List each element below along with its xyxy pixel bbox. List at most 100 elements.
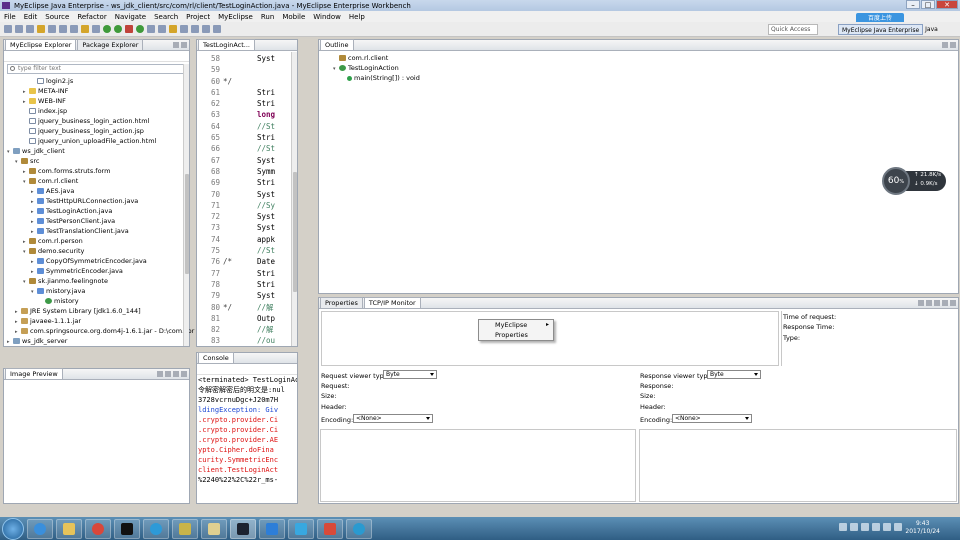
save-icon[interactable] — [15, 25, 23, 33]
perspective-java[interactable]: Java — [925, 24, 938, 35]
tree-item[interactable]: ▸ META-INF — [4, 86, 189, 96]
tree-item[interactable]: ▾ src — [4, 156, 189, 166]
minimize-icon[interactable] — [942, 42, 948, 48]
explorer-scrollbar[interactable] — [183, 64, 189, 346]
tree-item[interactable]: ▸ javaee-1.1.1.jar — [4, 316, 189, 326]
tree-item[interactable]: ▸ TestPersonClient.java — [4, 216, 189, 226]
perspective-myeclipse[interactable]: MyEclipse Java Enterprise — [838, 24, 924, 35]
new-class-icon[interactable] — [147, 25, 155, 33]
taskbar-ie-icon[interactable] — [27, 518, 53, 539]
menu-edit[interactable]: Edit — [20, 13, 42, 21]
taskbar-notepad-icon[interactable] — [172, 518, 198, 539]
code-line[interactable]: 73 Syst — [197, 222, 297, 233]
code-line[interactable]: 59 — [197, 64, 297, 75]
new-package-icon[interactable] — [158, 25, 166, 33]
menu-window[interactable]: Window — [309, 13, 345, 21]
context-menu-properties[interactable]: Properties — [479, 330, 553, 340]
maximize-icon[interactable] — [181, 371, 187, 377]
filter-input[interactable]: type filter text — [7, 64, 186, 74]
tree-item[interactable]: ▸ TestHttpURLConnection.java — [4, 196, 189, 206]
maximize-icon[interactable] — [950, 42, 956, 48]
menu-source[interactable]: Source — [41, 13, 73, 21]
menu-run[interactable]: Run — [257, 13, 278, 21]
code-line[interactable]: 67 Syst — [197, 155, 297, 166]
tree-item[interactable]: ▸ JRE System Library [jdk1.6.0_144] — [4, 306, 189, 316]
back-icon[interactable] — [202, 25, 210, 33]
clear-icon[interactable] — [926, 300, 932, 306]
code-line[interactable]: 71 //Sy — [197, 200, 297, 211]
code-line[interactable]: 82 //解 — [197, 324, 297, 335]
taskbar-explorer-icon[interactable] — [56, 518, 82, 539]
clock[interactable]: 9:43 2017/10/24 — [905, 520, 940, 536]
code-line[interactable]: 68 Symm — [197, 166, 297, 177]
taskbar-im-icon[interactable] — [288, 518, 314, 539]
external-tools-icon[interactable] — [136, 25, 144, 33]
search-icon[interactable] — [180, 25, 188, 33]
taskbar-tool-icon[interactable] — [317, 518, 343, 539]
tab-package-explorer[interactable]: Package Explorer — [77, 39, 144, 50]
tree-item[interactable]: ▸ com.springsource.org.dom4j-1.6.1.jar - … — [4, 326, 194, 336]
taskbar-myeclipse-icon[interactable] — [230, 518, 256, 539]
tab-editor-testloginaction[interactable]: TestLoginAct... — [198, 39, 255, 50]
tree-item[interactable]: ▸ TestTranslationClient.java — [4, 226, 189, 236]
code-line[interactable]: 58 Syst — [197, 53, 297, 64]
tab-properties[interactable]: Properties — [320, 297, 363, 308]
context-menu-myeclipse[interactable]: MyEclipse ▸ — [479, 320, 553, 330]
tree-item[interactable]: ▸ SymmetricEncoder.java — [4, 266, 189, 276]
code-line[interactable]: 80 */ //解 — [197, 302, 297, 313]
tab-image-preview[interactable]: Image Preview — [5, 368, 63, 379]
maximize-icon[interactable] — [950, 300, 956, 306]
request-encoding-select[interactable]: <None> — [353, 414, 433, 423]
tree-item[interactable]: main(String[]) : void — [333, 73, 958, 83]
taskbar-cmd-icon[interactable] — [114, 518, 140, 539]
new-icon[interactable] — [4, 25, 12, 33]
tray-icon[interactable] — [839, 523, 847, 531]
code-line[interactable]: 83 //ou — [197, 335, 297, 346]
code-line[interactable]: 74 appk — [197, 234, 297, 245]
menu-mobile[interactable]: Mobile — [278, 13, 309, 21]
deploy-icon[interactable] — [59, 25, 67, 33]
stop-icon[interactable] — [125, 25, 133, 33]
tree-item[interactable]: ▾ TestLoginAction — [333, 63, 958, 73]
network-speed-widget[interactable]: ↑ 21.8K/s ↓ 0.9K/s 60% — [882, 167, 946, 195]
tab-tcp-ip-monitor[interactable]: TCP/IP Monitor — [363, 297, 421, 308]
code-line[interactable]: 77 Stri — [197, 268, 297, 279]
tree-item[interactable]: ▾ mistory.java — [4, 286, 189, 296]
console-output[interactable]: <terminated> TestLoginAction [Jav 令解密解密后… — [197, 375, 297, 485]
tray-icon[interactable] — [850, 523, 858, 531]
maximize-button[interactable]: □ — [921, 0, 935, 9]
tree-item[interactable]: jquery_business_login_action.html — [4, 116, 189, 126]
tree-item[interactable]: ▾ ws_jdk_client — [4, 146, 189, 156]
code-line[interactable]: 63 long — [197, 109, 297, 120]
minimize-icon[interactable] — [173, 371, 179, 377]
view-menu-icon[interactable] — [934, 300, 940, 306]
code-line[interactable]: 75 //St — [197, 245, 297, 256]
print-icon[interactable] — [26, 25, 34, 33]
code-line[interactable]: 65 Stri — [197, 132, 297, 143]
open-folder-icon[interactable] — [37, 25, 45, 33]
editor-scrollbar[interactable] — [291, 52, 297, 346]
filter-icon[interactable] — [918, 300, 924, 306]
code-line[interactable]: 61 Stri — [197, 87, 297, 98]
tree-item[interactable]: ▸ TestLoginAction.java — [4, 206, 189, 216]
tree-item[interactable]: ▸ CopyOfSymmetricEncoder.java — [4, 256, 189, 266]
volume-icon[interactable] — [872, 523, 880, 531]
code-line[interactable]: 62 Stri — [197, 98, 297, 109]
menu-project[interactable]: Project — [182, 13, 214, 21]
console-line[interactable]: ldingException: Giv — [198, 405, 297, 415]
debug-icon[interactable] — [103, 25, 111, 33]
annotation-icon[interactable] — [191, 25, 199, 33]
code-line[interactable]: 76/* Date — [197, 256, 297, 267]
tree-item[interactable]: login2.js — [4, 76, 189, 86]
server-icon[interactable] — [48, 25, 56, 33]
taskbar-wps-icon[interactable] — [259, 518, 285, 539]
close-button[interactable]: ✕ — [936, 0, 958, 9]
taskbar-network-icon[interactable] — [346, 518, 372, 539]
tree-item[interactable]: ▸ ws_jdk_server — [4, 336, 189, 346]
code-line[interactable]: 70 Syst — [197, 189, 297, 200]
minimize-button[interactable]: – — [906, 0, 920, 9]
flag-icon[interactable] — [894, 523, 902, 531]
network-icon[interactable] — [883, 523, 891, 531]
tab-console[interactable]: Console — [198, 352, 234, 363]
browser-icon[interactable] — [70, 25, 78, 33]
